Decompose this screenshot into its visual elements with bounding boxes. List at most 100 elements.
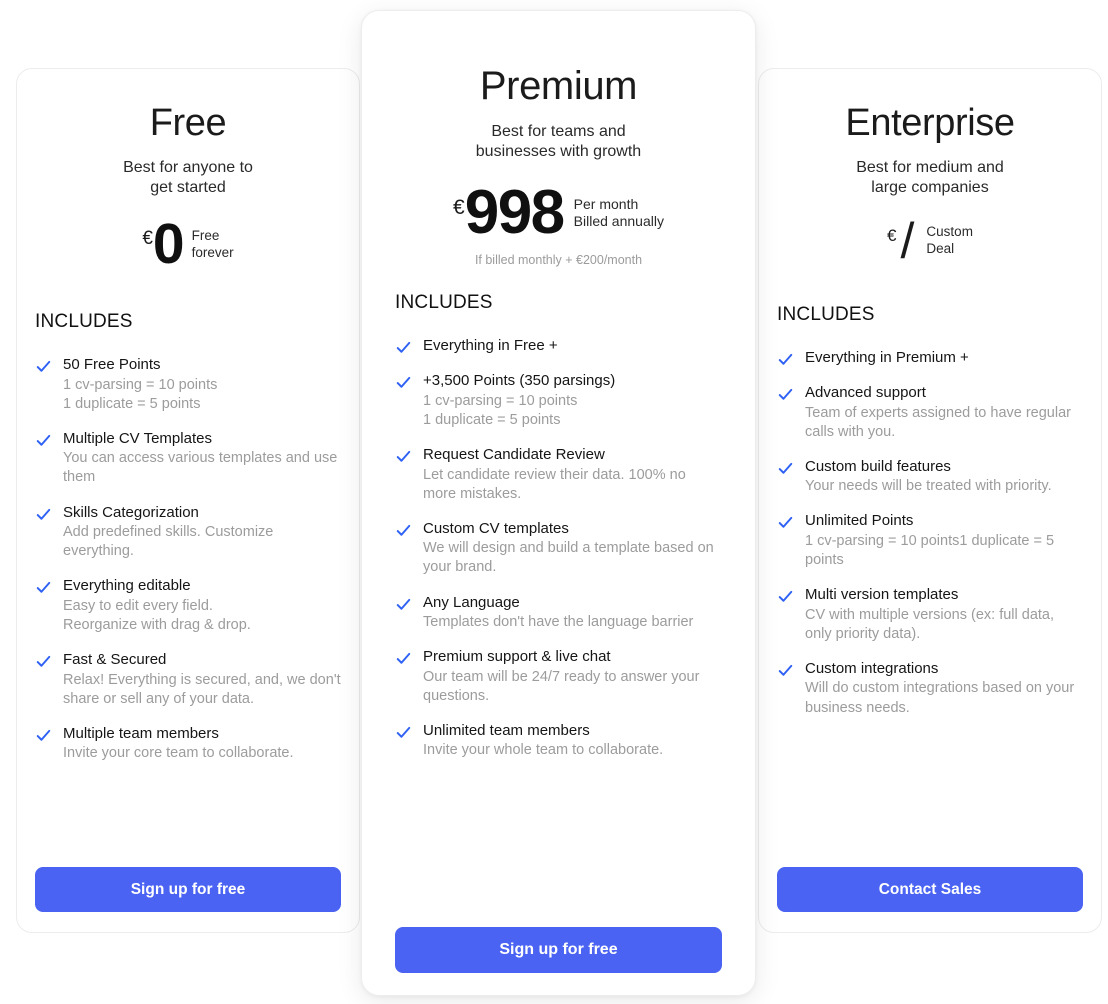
feature-text: Everything editable Easy to edit every fi…	[63, 576, 341, 635]
contact-sales-button-enterprise[interactable]: Contact Sales	[777, 867, 1083, 912]
feature-item: Multiple team members Invite your core te…	[35, 724, 341, 764]
price-row-premium: € 998 Per month Billed annually	[395, 182, 722, 244]
pricing-card-enterprise: Enterprise Best for medium and large comp…	[758, 68, 1102, 933]
feature-item: 50 Free Points 1 cv-parsing = 10 points 1 …	[35, 355, 341, 414]
feature-item: Skills Categorization Add predefined skil…	[35, 503, 341, 562]
feature-title: Everything in Premium +	[805, 349, 969, 366]
feature-item: Unlimited Points 1 cv-parsing = 10 points…	[777, 511, 1083, 570]
feature-title: Custom build features	[805, 457, 951, 475]
feature-list-free: 50 Free Points 1 cv-parsing = 10 points 1 …	[35, 355, 341, 763]
check-icon	[777, 588, 794, 605]
feature-item: Custom build features Your needs will be …	[777, 457, 1083, 497]
check-icon	[777, 386, 794, 403]
feature-text: Advanced support Team of experts assigned…	[805, 383, 1083, 442]
feature-description: 1 cv-parsing = 10 points1 duplicate = 5 …	[423, 392, 578, 428]
includes-label-premium: INCLUDES	[395, 292, 493, 314]
check-icon	[395, 724, 412, 741]
plan-tagline-enterprise: Best for medium and large companies	[856, 158, 1004, 196]
check-icon	[35, 506, 52, 523]
check-icon	[395, 522, 412, 539]
currency-symbol-enterprise: €	[887, 226, 897, 245]
feature-text: Custom integrations Will do custom integr…	[805, 659, 1083, 718]
pricing-card-premium: Premium Best for teams and businesses wit…	[361, 10, 756, 996]
feature-title: Request Candidate Review	[423, 446, 605, 464]
plan-name-enterprise: Enterprise	[845, 102, 1015, 144]
feature-item: Everything in Premium +	[777, 348, 1083, 368]
feature-description: Relax! Everything is secured, and, we do…	[63, 671, 341, 707]
feature-item: Unlimited team members Invite your whole …	[395, 721, 722, 761]
feature-description: Your needs will be treated with priority…	[805, 478, 1052, 495]
feature-item: +3,500 Points (350 parsings) 1 cv-parsing…	[395, 371, 722, 430]
feature-title: Multiple team members	[63, 724, 219, 742]
feature-description: Templates don't have the language barrie…	[423, 614, 694, 631]
check-icon	[777, 351, 794, 368]
signup-button-premium[interactable]: Sign up for free	[395, 927, 722, 973]
feature-description: Our team will be 24/7 ready to answer yo…	[423, 668, 700, 704]
cta-spacer-free	[35, 763, 341, 867]
check-icon	[35, 653, 52, 670]
feature-title: Custom CV templates	[423, 519, 569, 537]
plan-name-free: Free	[149, 102, 227, 144]
feature-text: +3,500 Points (350 parsings) 1 cv-parsing…	[423, 371, 722, 430]
feature-item: Everything editable Easy to edit every fi…	[35, 576, 341, 635]
feature-title: Skills Categorization	[63, 503, 199, 521]
plan-name-premium: Premium	[479, 64, 638, 108]
check-icon	[777, 662, 794, 679]
feature-text: Fast & Secured Relax! Everything is secur…	[63, 650, 341, 709]
plan-tagline-free: Best for anyone to get started	[123, 158, 253, 196]
feature-description: Invite your whole team to collaborate.	[423, 742, 664, 759]
feature-item: Custom CV templates We will design and bu…	[395, 519, 722, 578]
feature-text: Any Language Templates don't have the lan…	[423, 593, 722, 633]
feature-item: Any Language Templates don't have the lan…	[395, 593, 722, 633]
price-row-enterprise: € / Custom Deal	[777, 216, 1083, 266]
card-header-free: Free Best for anyone to get started € 0 F…	[35, 69, 341, 273]
pricing-card-free: Free Best for anyone to get started € 0 F…	[16, 68, 360, 933]
pricing-page: Free Best for anyone to get started € 0 F…	[0, 0, 1108, 1004]
price-row-free: € 0 Free forever	[35, 216, 341, 273]
check-icon	[395, 374, 412, 391]
check-icon	[777, 514, 794, 531]
feature-text: Premium support & live chat Our team will…	[423, 647, 722, 706]
feature-description: Invite your core team to collaborate.	[63, 745, 294, 762]
check-icon	[395, 596, 412, 613]
signup-button-free[interactable]: Sign up for free	[35, 867, 341, 912]
feature-title: Unlimited team members	[423, 721, 590, 739]
feature-description: CV with multiple versions (ex: full data…	[805, 606, 1055, 642]
feature-item: Everything in Free +	[395, 336, 722, 356]
price-subnote-premium: If billed monthly + €200/month	[474, 253, 643, 268]
card-header-enterprise: Enterprise Best for medium and large comp…	[777, 69, 1083, 266]
feature-text: Custom build features Your needs will be …	[805, 457, 1083, 497]
feature-description: Add predefined skills. Customize everyth…	[63, 524, 274, 560]
feature-text: Request Candidate Review Let candidate re…	[423, 445, 722, 504]
feature-item: Multiple CV Templates You can access vari…	[35, 429, 341, 488]
feature-text: Custom CV templates We will design and bu…	[423, 519, 722, 578]
feature-text: Skills Categorization Add predefined skil…	[63, 503, 341, 562]
feature-title: Multiple CV Templates	[63, 429, 212, 447]
feature-description: 1 cv-parsing = 10 points1 duplicate = 5 …	[805, 532, 1055, 568]
feature-title: Everything in Free +	[423, 337, 558, 355]
price-note-premium: Per month Billed annually	[573, 195, 664, 230]
currency-symbol-premium: €	[453, 196, 465, 220]
currency-symbol-free: €	[142, 228, 153, 249]
feature-text: Multi version templates CV with multiple …	[805, 585, 1083, 644]
price-amount-free: 0	[152, 212, 185, 276]
feature-text: Multiple CV Templates You can access vari…	[63, 429, 341, 488]
feature-description: Let candidate review their data. 100% no…	[423, 466, 686, 502]
card-header-premium: Premium Best for teams and businesses wit…	[395, 11, 722, 267]
feature-title: Custom integrations	[805, 659, 939, 677]
check-icon	[35, 579, 52, 596]
feature-title: Everything editable	[63, 577, 191, 595]
check-icon	[777, 460, 794, 477]
feature-text: Unlimited team members Invite your whole …	[423, 721, 722, 761]
feature-item: Advanced support Team of experts assigned…	[777, 383, 1083, 442]
price-note-free: Free forever	[191, 227, 234, 260]
feature-description: Will do custom integrations based on you…	[805, 680, 1075, 716]
price-amount-premium: 998	[464, 178, 565, 248]
includes-label-enterprise: INCLUDES	[777, 304, 875, 325]
feature-description: 1 cv-parsing = 10 points1 duplicate = 5 …	[63, 376, 218, 412]
feature-description: Team of experts assigned to have regular…	[805, 404, 1071, 440]
feature-list-enterprise: Everything in Premium + Advanced support T…	[777, 348, 1083, 718]
price-amount-enterprise: /	[900, 213, 915, 269]
feature-title: Multi version templates	[805, 586, 959, 604]
check-icon	[35, 727, 52, 744]
